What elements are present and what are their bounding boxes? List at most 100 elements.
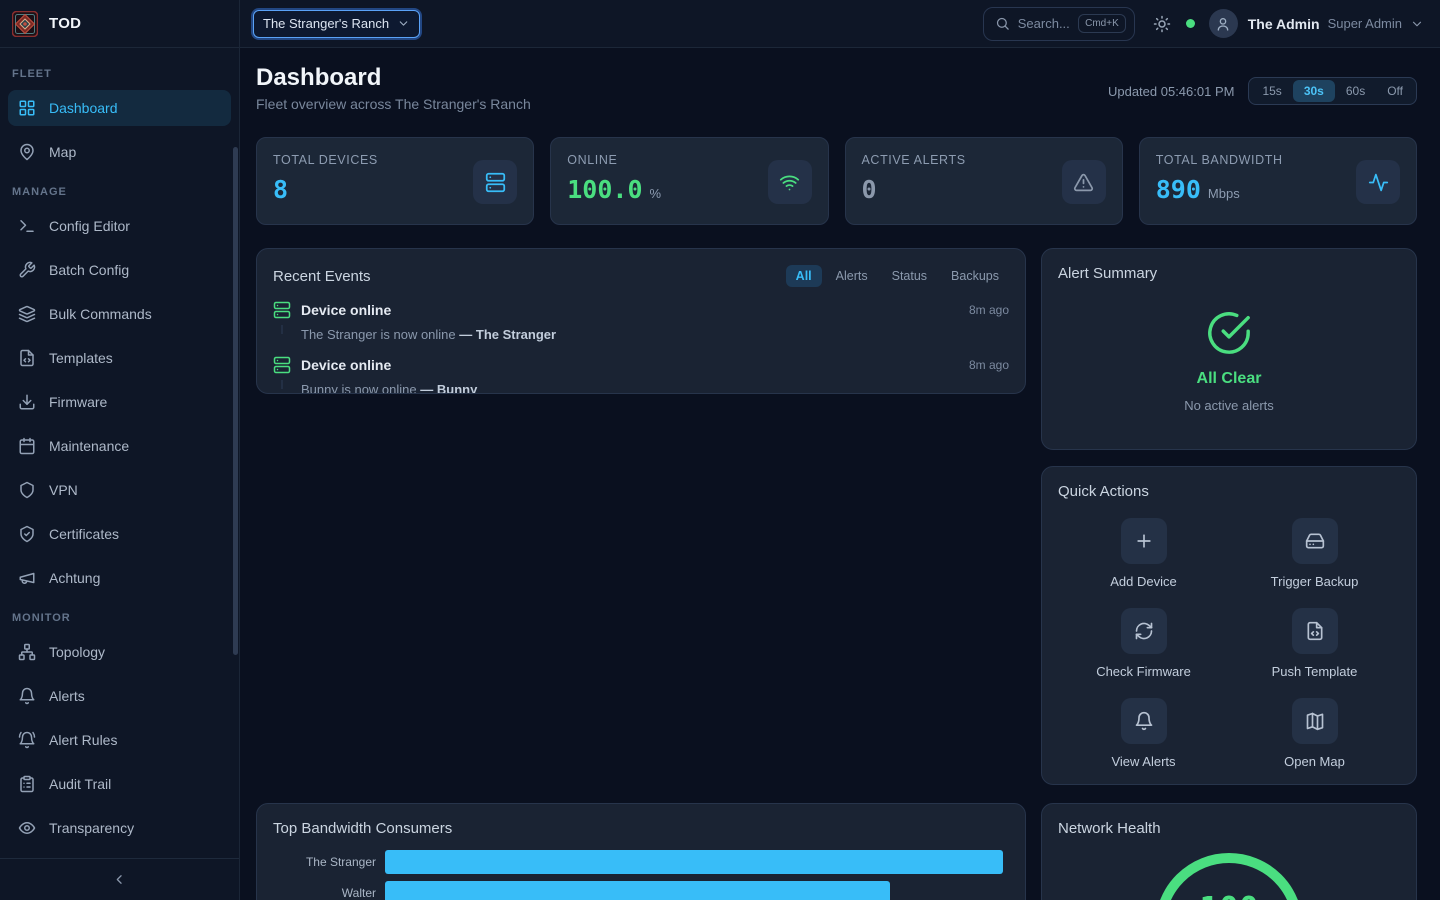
sidebar-item-label: Alert Rules xyxy=(49,732,117,748)
search-input[interactable]: Search... Cmd+K xyxy=(983,7,1135,41)
sidebar-item-templates[interactable]: Templates xyxy=(8,340,231,376)
sidebar-section-fleet: FLEETDashboardMap xyxy=(0,68,239,170)
stat-value: 0 xyxy=(862,175,877,204)
user-role: Super Admin xyxy=(1328,16,1402,31)
event-list: Device online8m agoThe Stranger is now o… xyxy=(273,297,1009,394)
refresh-option-60s[interactable]: 60s xyxy=(1335,80,1376,102)
quick-action-label: Add Device xyxy=(1110,574,1176,589)
network-icon xyxy=(18,643,36,661)
sidebar-item-batch-config[interactable]: Batch Config xyxy=(8,252,231,288)
recent-events-panel: Recent Events AllAlertsStatusBackups Dev… xyxy=(256,248,1026,394)
quick-action-label: Check Firmware xyxy=(1096,664,1191,679)
chevron-left-icon xyxy=(112,872,127,887)
quick-action-chip xyxy=(1121,608,1167,654)
sidebar-item-alerts[interactable]: Alerts xyxy=(8,678,231,714)
sidebar-item-label: Templates xyxy=(49,350,113,366)
sidebar-item-audit-trail[interactable]: Audit Trail xyxy=(8,766,231,802)
stat-value: 8 xyxy=(273,175,288,204)
sidebar-item-firmware[interactable]: Firmware xyxy=(8,384,231,420)
search-placeholder: Search... xyxy=(1018,16,1070,31)
sidebar-item-label: Maintenance xyxy=(49,438,129,454)
app-logo-icon xyxy=(12,11,38,37)
quick-action-view-alerts[interactable]: View Alerts xyxy=(1058,698,1229,769)
event-time: 8m ago xyxy=(969,301,1009,317)
terminal-icon xyxy=(18,217,36,235)
ranch-selector-value: The Stranger's Ranch xyxy=(263,16,389,31)
app-name: TOD xyxy=(49,15,81,32)
file-code-icon xyxy=(1305,621,1325,641)
recent-events-title: Recent Events xyxy=(273,268,371,285)
page-title: Dashboard xyxy=(256,64,381,92)
main-content: Dashboard Fleet overview across The Stra… xyxy=(240,48,1440,900)
activity-icon xyxy=(1368,172,1389,193)
theme-toggle-sun-icon[interactable] xyxy=(1153,15,1171,33)
quick-action-chip xyxy=(1292,608,1338,654)
refresh-icon xyxy=(1134,621,1154,641)
brand: TOD xyxy=(0,0,240,48)
event-description: The Stranger is now online — The Strange… xyxy=(301,327,969,342)
ranch-selector[interactable]: The Stranger's Ranch xyxy=(253,10,420,38)
refresh-option-30s[interactable]: 30s xyxy=(1293,80,1335,102)
event-rail xyxy=(273,301,301,322)
sidebar-item-achtung[interactable]: Achtung xyxy=(8,560,231,596)
layers-icon xyxy=(18,305,36,323)
sidebar-scrollbar[interactable] xyxy=(233,147,238,655)
stat-value: 890 xyxy=(1156,175,1201,204)
sidebar-item-alert-rules[interactable]: Alert Rules xyxy=(8,722,231,758)
event-tab-backups[interactable]: Backups xyxy=(941,265,1009,287)
sidebar-item-topology[interactable]: Topology xyxy=(8,634,231,670)
plus-icon xyxy=(1134,531,1154,551)
stat-unit: % xyxy=(650,186,662,201)
sidebar-collapse-button[interactable] xyxy=(0,858,239,900)
sidebar-item-transparency[interactable]: Transparency xyxy=(8,810,231,846)
server-icon xyxy=(273,301,291,319)
server-icon xyxy=(485,172,506,193)
search-icon xyxy=(995,16,1010,31)
sidebar-section-label: MONITOR xyxy=(0,612,239,624)
user-menu-chevron-icon[interactable] xyxy=(1410,17,1424,31)
sidebar-item-vpn[interactable]: VPN xyxy=(8,472,231,508)
sidebar-item-certificates[interactable]: Certificates xyxy=(8,516,231,552)
sidebar-item-map[interactable]: Map xyxy=(8,134,231,170)
sidebar-item-label: Alerts xyxy=(49,688,85,704)
user-name: The Admin xyxy=(1248,16,1320,32)
dashboard-icon xyxy=(18,99,36,117)
sidebar-item-label: Dashboard xyxy=(49,100,118,116)
quick-action-open-map[interactable]: Open Map xyxy=(1229,698,1400,769)
stat-card-active-alerts: ACTIVE ALERTS0 xyxy=(845,137,1123,225)
event-row: Device online8m agoThe Stranger is now o… xyxy=(273,297,1009,352)
quick-action-chip xyxy=(1121,518,1167,564)
sidebar-item-bulk-commands[interactable]: Bulk Commands xyxy=(8,296,231,332)
megaphone-icon xyxy=(18,569,36,587)
event-tab-all[interactable]: All xyxy=(786,265,822,287)
sidebar-item-dashboard[interactable]: Dashboard xyxy=(8,90,231,126)
calendar-icon xyxy=(18,437,36,455)
bandwidth-device-label: Walter xyxy=(273,886,385,900)
quick-action-add-device[interactable]: Add Device xyxy=(1058,518,1229,589)
sidebar-section-monitor: MONITOR Topology Alerts Alert Rules Audit Tr… xyxy=(0,612,239,846)
refresh-option-15s[interactable]: 15s xyxy=(1251,80,1292,102)
event-tab-status[interactable]: Status xyxy=(882,265,937,287)
sidebar-item-maintenance[interactable]: Maintenance xyxy=(8,428,231,464)
updated-timestamp: Updated 05:46:01 PM xyxy=(1108,84,1234,99)
bandwidth-bars: The Stranger Walter xyxy=(273,850,1009,900)
quick-action-chip xyxy=(1292,698,1338,744)
refresh-interval-control: 15s30s60sOff xyxy=(1248,77,1417,105)
sidebar: FLEETDashboardMapMANAGEConfig EditorBatc… xyxy=(0,48,240,900)
bandwidth-bar-track xyxy=(385,881,1009,900)
bandwidth-row: The Stranger xyxy=(273,850,1009,874)
bandwidth-bar xyxy=(385,881,890,900)
sidebar-item-config-editor[interactable]: Config Editor xyxy=(8,208,231,244)
network-health-panel: Network Health 100 xyxy=(1041,803,1417,900)
bandwidth-title: Top Bandwidth Consumers xyxy=(273,820,452,837)
quick-action-trigger-backup[interactable]: Trigger Backup xyxy=(1229,518,1400,589)
sidebar-item-label: Certificates xyxy=(49,526,119,542)
sidebar-nav: FLEETDashboardMapMANAGEConfig EditorBatc… xyxy=(0,68,239,846)
refresh-option-off[interactable]: Off xyxy=(1376,80,1414,102)
eye-icon xyxy=(18,819,36,837)
quick-action-check-firmware[interactable]: Check Firmware xyxy=(1058,608,1229,679)
quick-action-push-template[interactable]: Push Template xyxy=(1229,608,1400,679)
event-tab-alerts[interactable]: Alerts xyxy=(826,265,878,287)
avatar[interactable] xyxy=(1209,9,1238,38)
shield-icon xyxy=(18,481,36,499)
